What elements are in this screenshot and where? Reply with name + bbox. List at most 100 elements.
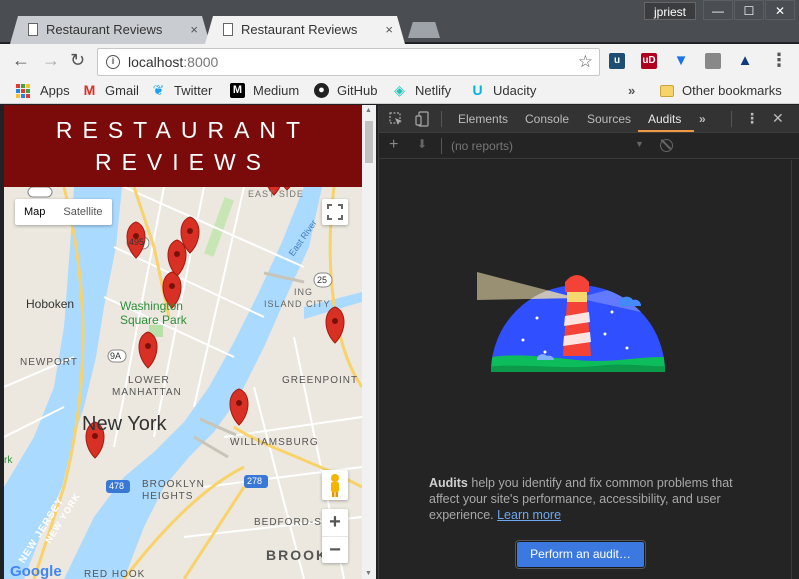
lower-manhattan-label-2: MANHATTAN <box>112 387 182 398</box>
profile-button[interactable]: jpriest <box>644 2 696 20</box>
brooklyn-heights-label-2: HEIGHTS <box>142 491 194 502</box>
divider <box>441 138 442 154</box>
other-bookmarks[interactable]: Other bookmarks <box>660 83 782 98</box>
east-side-label: EAST SIDE <box>248 189 304 199</box>
page-scrollbar[interactable]: ▲ ▼ <box>362 105 376 579</box>
udacity-icon: U <box>472 82 483 98</box>
audits-description-text: help you identify and fix common problem… <box>429 476 733 522</box>
scroll-down-arrow[interactable]: ▼ <box>365 570 372 577</box>
street-view-pegman[interactable] <box>322 470 348 500</box>
bitwarden-icon[interactable]: ▼ <box>673 53 689 69</box>
device-toolbar-icon[interactable] <box>415 111 429 127</box>
bookmark-twitter[interactable]: ❦ Twitter <box>151 82 213 99</box>
tab-audits[interactable]: Audits <box>648 112 681 126</box>
clear-reports-icon[interactable] <box>660 139 673 152</box>
page-icon <box>28 23 38 36</box>
bookmark-netlify[interactable]: ◈ Netlify <box>392 83 451 99</box>
bookmarks-overflow-button[interactable]: » <box>628 83 635 98</box>
devtools-tabbar: Elements Console Sources Audits » ⋮ ✕ <box>379 105 799 133</box>
browser-menu-icon[interactable]: ⋮ <box>770 50 788 71</box>
bookmark-udacity[interactable]: U Udacity <box>470 82 536 99</box>
inspect-element-icon[interactable] <box>389 112 403 126</box>
fullscreen-button[interactable] <box>322 199 348 225</box>
tab-close-icon[interactable]: × <box>190 16 198 44</box>
maximize-button[interactable]: ☐ <box>734 0 764 20</box>
scroll-thumb[interactable] <box>365 121 373 163</box>
devtools-scrollbar[interactable] <box>791 160 799 579</box>
brooklyn-heights-label-1: BROOKLYN <box>142 479 205 490</box>
bookmark-gmail[interactable]: M Gmail <box>82 82 139 99</box>
browser-toolbar: ← → ↻ i localhost:8000 ☆ u uD ▼ ▲ ⋮ <box>0 44 799 80</box>
tab-title: Restaurant Reviews <box>46 22 163 37</box>
bookmarks-bar: Apps M Gmail ❦ Twitter M Medium ● GitHub… <box>0 80 799 104</box>
tab-elements[interactable]: Elements <box>458 112 508 126</box>
tab-title: Restaurant Reviews <box>241 22 358 37</box>
marker-dot <box>145 343 151 349</box>
web-page: RESTAURANT REVIEWS 495 25 9A 278 478 Hob… <box>4 105 362 579</box>
learn-more-link[interactable]: Learn more <box>497 508 561 522</box>
marker-dot <box>187 228 193 234</box>
greenpoint-label: GREENPOINT <box>282 375 359 386</box>
page-title-line1: RESTAURANT <box>55 117 311 143</box>
new-tab-button[interactable] <box>408 22 440 38</box>
new-audit-icon[interactable]: + <box>389 136 398 154</box>
window-icon[interactable] <box>705 53 721 69</box>
reports-dropdown-arrow-icon[interactable]: ▼ <box>635 139 644 149</box>
close-window-button[interactable]: ✕ <box>765 0 795 20</box>
zoom-in-button[interactable]: + <box>322 509 348 536</box>
browser-tab-1[interactable]: Restaurant Reviews × <box>10 16 210 44</box>
audits-start-view: Audits help you identify and fix common … <box>379 160 791 579</box>
perform-audit-button[interactable]: Perform an audit… <box>516 541 645 568</box>
audits-description: Audits help you identify and fix common … <box>429 475 739 523</box>
back-button[interactable]: ← <box>12 50 30 71</box>
zoom-control: + − <box>322 509 348 563</box>
minimize-button[interactable]: — <box>703 0 733 20</box>
address-bar[interactable]: i localhost:8000 ☆ <box>97 48 600 76</box>
twitter-icon: ❦ <box>152 82 165 98</box>
brooklyn-label: BROOK <box>266 547 329 563</box>
tab-console[interactable]: Console <box>525 112 569 126</box>
tab-sources[interactable]: Sources <box>587 112 631 126</box>
shield-278-label: 278 <box>247 476 263 486</box>
lighthouse-logo <box>477 272 665 372</box>
devtools-close-icon[interactable]: ✕ <box>772 110 784 127</box>
gmail-icon: M <box>83 82 96 98</box>
park-label: rk <box>4 455 13 466</box>
tab-close-icon[interactable]: × <box>385 16 393 44</box>
zoom-out-button[interactable]: − <box>322 536 348 563</box>
map-type-map-button[interactable]: Map <box>15 199 54 225</box>
github-icon: ● <box>314 83 329 98</box>
hoboken-label: Hoboken <box>26 297 75 311</box>
window-controls: — ☐ ✕ <box>702 0 795 20</box>
map-type-satellite-button[interactable]: Satellite <box>54 199 111 225</box>
map[interactable]: 495 25 9A 278 478 Hoboken Washington Squ… <box>4 187 362 579</box>
marker-dot <box>332 318 338 324</box>
washington-square-label-2: Square Park <box>120 313 187 327</box>
reload-button[interactable]: ↻ <box>70 50 85 71</box>
audits-description-title: Audits <box>429 476 468 490</box>
site-info-icon[interactable]: i <box>106 55 120 69</box>
alert-icon[interactable]: ▲ <box>737 53 753 69</box>
reports-select[interactable]: (no reports) <box>451 139 513 153</box>
vue-devtools-icon[interactable]: uD <box>641 53 657 69</box>
ublock-icon[interactable]: u <box>609 53 625 69</box>
apps-grid-icon <box>16 83 30 98</box>
title-bar: Restaurant Reviews × Restaurant Reviews … <box>0 0 799 42</box>
forward-button[interactable]: → <box>42 50 60 71</box>
bookmark-apps[interactable]: Apps <box>16 83 70 98</box>
scroll-up-arrow[interactable]: ▲ <box>365 107 372 114</box>
lower-manhattan-label-1: LOWER <box>128 375 170 386</box>
devtools-panel: Elements Console Sources Audits » ⋮ ✕ + … <box>378 105 799 579</box>
bookmark-github[interactable]: ● GitHub <box>314 83 377 98</box>
browser-tab-2[interactable]: Restaurant Reviews × <box>205 16 405 44</box>
shield-495-label: 495 <box>129 237 145 247</box>
bookmark-star-icon[interactable]: ☆ <box>578 52 593 72</box>
washington-square-label-1: Washington <box>120 299 183 313</box>
devtools-menu-icon[interactable]: ⋮ <box>745 110 759 127</box>
bookmark-medium[interactable]: M Medium <box>230 83 299 98</box>
red-hook-label: RED HOOK <box>84 569 146 579</box>
williamsburg-label: WILLIAMSBURG <box>230 437 319 448</box>
download-report-icon[interactable]: ⬇ <box>417 137 427 151</box>
more-tabs-button[interactable]: » <box>699 112 706 126</box>
folder-icon <box>660 84 674 97</box>
